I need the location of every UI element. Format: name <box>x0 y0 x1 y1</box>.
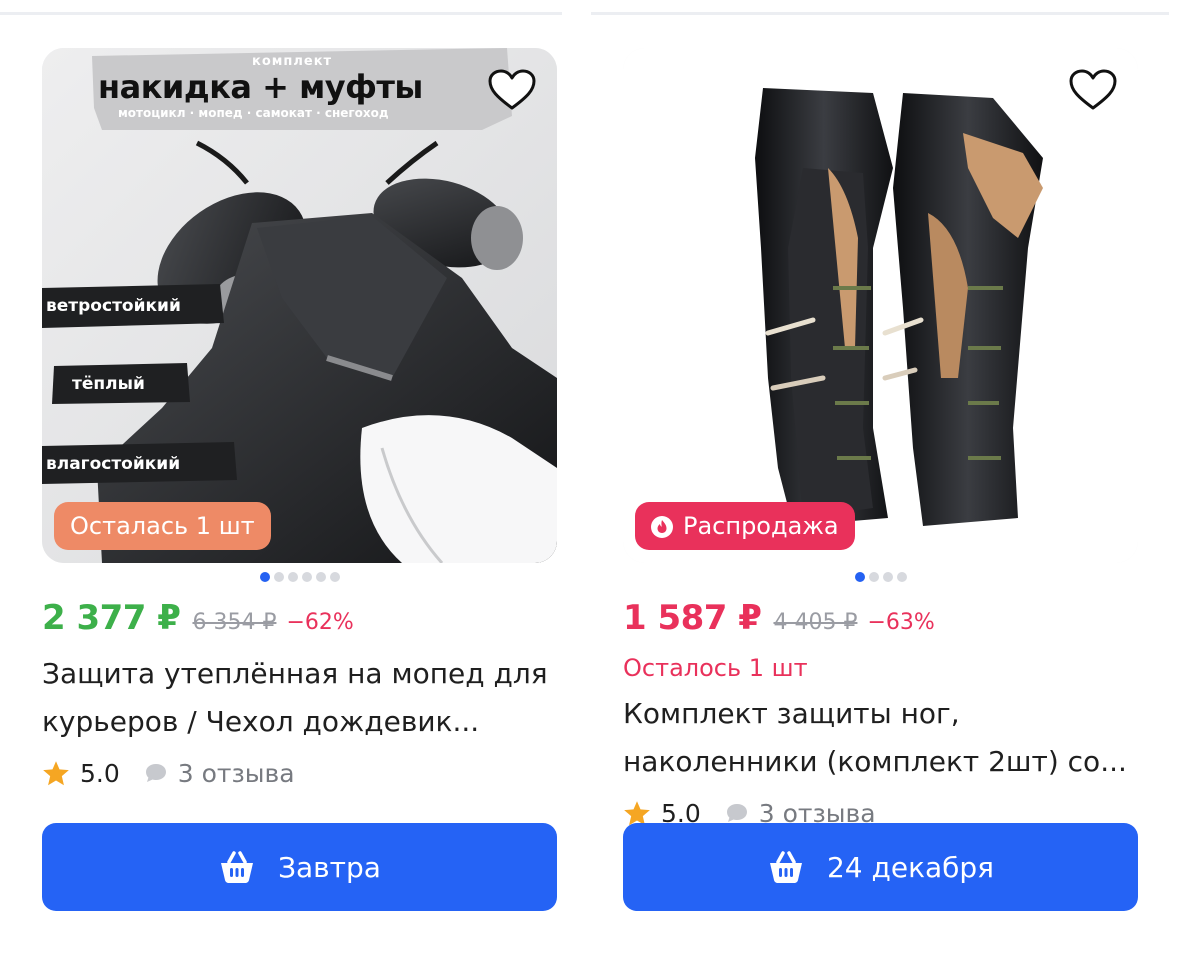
image-tag-warm: тёплый <box>72 374 145 394</box>
basket-icon <box>221 851 254 883</box>
basket-icon <box>769 851 802 883</box>
pagination-dot[interactable] <box>287 572 298 582</box>
delivery-date: 24 декабря <box>826 850 995 884</box>
sale-badge: Распродажа <box>635 502 855 550</box>
reviews-count: 3 отзыва <box>177 758 295 788</box>
discount: −62% <box>286 610 354 635</box>
pagination-dot[interactable] <box>896 572 907 582</box>
old-price: 4 405 ₽ <box>773 610 858 635</box>
speech-bubble-icon <box>145 764 166 782</box>
heart-icon <box>1069 69 1117 110</box>
image-pagination[interactable] <box>623 572 1138 582</box>
rating-value: 5.0 <box>80 758 120 788</box>
separator-line <box>591 12 1169 15</box>
delivery-date: Завтра <box>278 850 381 884</box>
stock-status: Осталось 1 шт <box>623 654 808 682</box>
separator-line <box>0 12 562 15</box>
price-row: 2 377 ₽ 6 354 ₽ −62% <box>42 598 557 642</box>
image-pagination[interactable] <box>42 572 557 582</box>
pagination-dot[interactable] <box>259 572 270 582</box>
add-to-cart-button[interactable]: Завтра <box>42 823 557 911</box>
rating-row[interactable]: 5.0 3 отзыва <box>42 752 557 794</box>
pagination-dot[interactable] <box>868 572 879 582</box>
image-tag-waterproof: влагостойкий <box>46 454 181 474</box>
product-title[interactable]: Комплект защиты ног, наколенники (компле… <box>623 690 1138 786</box>
product-card[interactable]: комплект накидка + муфты мотоцикл · мопе… <box>42 48 557 794</box>
product-image[interactable]: комплект накидка + муфты мотоцикл · мопе… <box>42 48 557 563</box>
image-caption-big: накидка + муфты <box>98 68 423 106</box>
product-title[interactable]: Защита утеплённая на мопед для курьеров … <box>42 650 557 746</box>
current-price: 2 377 ₽ <box>42 598 181 638</box>
fire-icon <box>651 516 673 538</box>
price-row: 1 587 ₽ 4 405 ₽ −63% <box>623 598 1138 642</box>
heart-icon <box>488 69 536 110</box>
pagination-dot[interactable] <box>854 572 865 582</box>
product-card[interactable]: Распродажа 1 587 ₽ 4 405 ₽ −63% Осталось… <box>623 48 1138 834</box>
current-price: 1 587 ₽ <box>623 598 762 638</box>
pagination-dot[interactable] <box>273 572 284 582</box>
pagination-dot[interactable] <box>329 572 340 582</box>
image-tag-windproof: ветростойкий <box>46 296 181 316</box>
add-to-cart-button[interactable]: 24 декабря <box>623 823 1138 911</box>
discount: −63% <box>867 610 935 635</box>
star-icon <box>43 760 69 785</box>
pagination-dot[interactable] <box>315 572 326 582</box>
speech-bubble-icon <box>726 804 747 822</box>
pagination-dot[interactable] <box>882 572 893 582</box>
sale-badge-label: Распродажа <box>683 512 839 540</box>
old-price: 6 354 ₽ <box>192 610 277 635</box>
stock-badge: Осталась 1 шт <box>54 502 271 550</box>
product-image[interactable]: Распродажа <box>623 48 1138 563</box>
favorite-button[interactable] <box>1068 68 1118 112</box>
image-caption-small: комплект <box>252 54 333 69</box>
favorite-button[interactable] <box>487 68 537 112</box>
product-photo-leg-guards <box>623 48 1138 563</box>
image-caption-sub: мотоцикл · мопед · самокат · снегоход <box>118 106 389 120</box>
pagination-dot[interactable] <box>301 572 312 582</box>
